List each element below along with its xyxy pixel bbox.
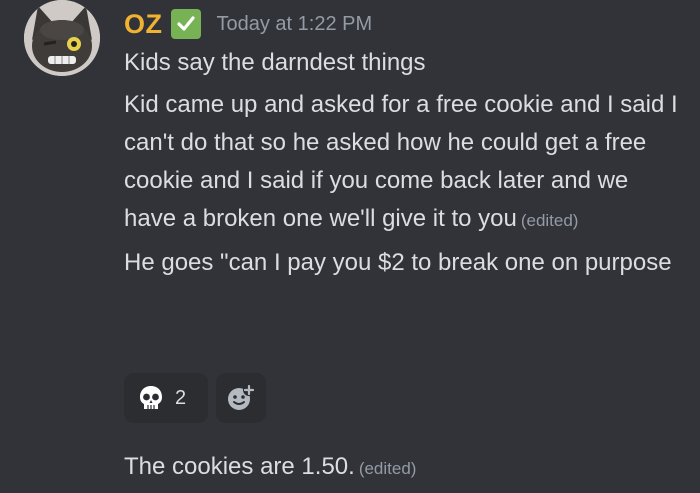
message-content: Kids say the darndest things Kid came up… xyxy=(124,44,684,282)
skull-icon xyxy=(140,386,162,409)
message-line: He goes "can I pay you $2 to break one o… xyxy=(124,244,684,282)
add-reaction-button[interactable] xyxy=(216,373,266,423)
message-line: Kids say the darndest things xyxy=(124,44,684,82)
timestamp[interactable]: Today at 1:22 PM xyxy=(217,13,373,36)
cat-avatar-icon xyxy=(24,0,100,76)
message-text: Kids say the darndest things xyxy=(124,49,426,76)
add-reaction-smiley-icon xyxy=(228,384,255,410)
reaction-skull[interactable]: 2 xyxy=(124,373,208,423)
message-header: OZ Today at 1:22 PM xyxy=(124,4,372,44)
followup-message: The cookies are 1.50. (edited) xyxy=(124,448,416,488)
reaction-count: 2 xyxy=(175,386,187,409)
message-text: He goes "can I pay you $2 to break one o… xyxy=(124,249,672,276)
edited-label: (edited) xyxy=(358,459,417,478)
avatar[interactable] xyxy=(24,0,100,76)
reactions-bar: 2 xyxy=(124,373,266,423)
message-text: The cookies are 1.50. xyxy=(124,453,355,480)
message-text: Kid came up and asked for a free cookie … xyxy=(124,91,678,232)
edited-label: (edited) xyxy=(520,211,579,230)
white-check-mark-icon xyxy=(170,9,201,39)
message-line: Kid came up and asked for a free cookie … xyxy=(124,86,684,240)
username[interactable]: OZ xyxy=(124,9,163,40)
